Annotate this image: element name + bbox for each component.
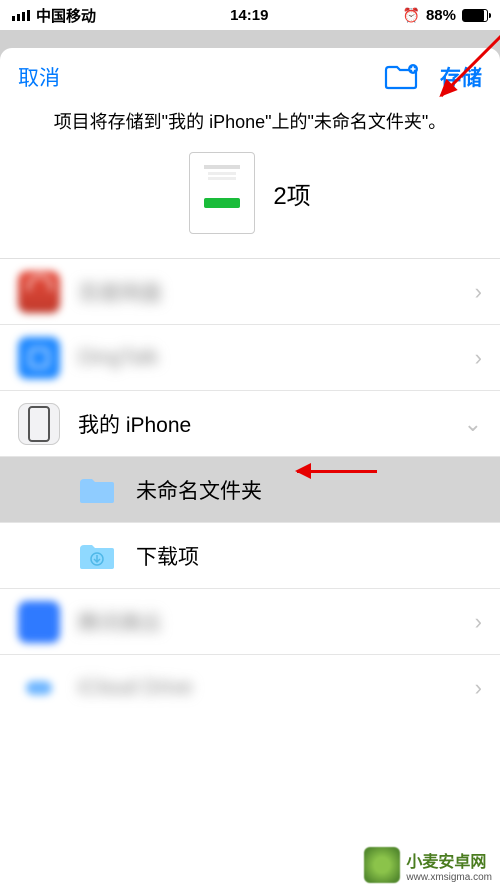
app-icon [18,337,60,379]
carrier-label: 中国移动 [36,5,96,26]
iphone-icon [18,403,60,445]
battery-icon [462,9,488,22]
location-row-dingtalk[interactable]: DingTalk › [0,325,500,391]
alarm-icon: ⏰ [403,7,420,24]
row-label: 百度网盘 [78,277,475,307]
chevron-right-icon: › [475,345,482,371]
preview-thumbnail [189,152,255,234]
chevron-down-icon: ⌄ [464,411,482,437]
watermark-logo [364,847,400,883]
watermark: 小麦安卓网 www.xmsigma.com [364,847,492,883]
preview-area: 2项 [0,148,500,258]
save-message: 项目将存储到"我的 iPhone"上的"未命名文件夹"。 [0,98,500,148]
row-label: iCloud Drive [78,676,475,700]
app-icon [18,601,60,643]
app-icon [18,271,60,313]
location-list: 百度网盘 › DingTalk › 我的 iPhone ⌄ 未命名文件夹 下载项 [0,258,500,721]
row-label: 我的 iPhone [78,409,464,439]
folder-icon [76,535,118,577]
status-left: 中国移动 [12,5,96,26]
watermark-url: www.xmsigma.com [406,872,492,883]
chevron-right-icon: › [475,279,482,305]
header-right: 存储 [384,62,482,92]
battery-percent: 88% [426,7,456,24]
location-row-myiphone[interactable]: 我的 iPhone ⌄ [0,391,500,457]
save-sheet: 取消 存储 项目将存储到"我的 iPhone"上的"未命名文件夹"。 2项 百度… [0,48,500,721]
row-label: DingTalk [78,346,475,370]
location-row-icloud[interactable]: iCloud Drive › [0,655,500,721]
watermark-text: 小麦安卓网 www.xmsigma.com [406,848,492,883]
location-row-baidu[interactable]: 百度网盘 › [0,259,500,325]
row-label: 腾讯微云 [78,607,475,637]
sheet-header: 取消 存储 [0,48,500,98]
status-bar: 中国移动 14:19 ⏰ 88% [0,0,500,30]
location-row-tencent[interactable]: 腾讯微云 › [0,589,500,655]
row-label: 下载项 [136,541,482,571]
location-row-downloads[interactable]: 下载项 [0,523,500,589]
row-label: 未命名文件夹 [136,475,482,505]
watermark-title: 小麦安卓网 [406,848,486,872]
cloud-icon [18,667,60,709]
item-count: 2项 [273,176,310,211]
save-button[interactable]: 存储 [440,62,482,92]
chevron-right-icon: › [475,675,482,701]
status-time: 14:19 [230,7,268,24]
new-folder-icon[interactable] [384,64,418,90]
folder-icon [76,469,118,511]
chevron-right-icon: › [475,609,482,635]
status-right: ⏰ 88% [403,7,488,24]
signal-icon [12,10,30,21]
location-row-unnamed-folder[interactable]: 未命名文件夹 [0,457,500,523]
cancel-button[interactable]: 取消 [18,62,60,92]
